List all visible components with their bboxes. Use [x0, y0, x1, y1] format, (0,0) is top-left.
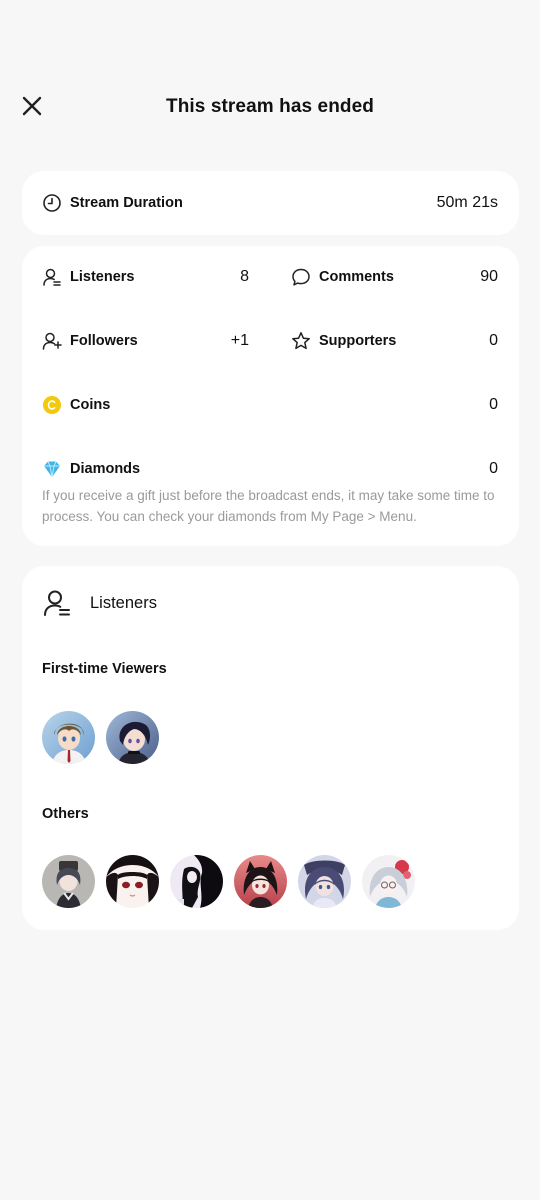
stat-label: Comments [319, 269, 394, 285]
viewer-avatar[interactable] [170, 855, 223, 908]
duration-label: Stream Duration [70, 195, 183, 211]
first-time-viewers-title: First-time Viewers [42, 661, 167, 677]
stat-supporters: Supporters 0 [291, 329, 498, 353]
stat-coins: Coins 0 [42, 393, 498, 417]
stat-label: Followers [70, 333, 138, 349]
page-title: This stream has ended [165, 96, 374, 117]
listener-icon [44, 590, 70, 616]
stream-ended-screen: This stream has ended Stream Duration 50… [0, 0, 540, 1200]
stat-value: 90 [480, 268, 498, 285]
listeners-card: Listeners First-time Viewers Others [22, 566, 519, 930]
coin-icon [42, 395, 62, 415]
stat-label: Coins [70, 397, 111, 413]
diamond-icon [42, 459, 62, 479]
stat-value: 0 [489, 332, 498, 349]
others-title: Others [42, 806, 89, 822]
section-title: Listeners [90, 593, 157, 612]
stats-card: Listeners 8 Comments 90 Followers +1 Sup… [22, 246, 519, 546]
comment-icon [291, 267, 311, 287]
stat-value: 8 [240, 268, 249, 285]
stat-value: 0 [489, 396, 498, 413]
stat-followers: Followers +1 [42, 329, 249, 353]
duration-value: 50m 21s [436, 194, 498, 211]
first-time-viewers-list [42, 711, 159, 764]
viewer-avatar[interactable] [362, 855, 415, 908]
viewer-avatar[interactable] [298, 855, 351, 908]
listeners-header: Listeners [42, 588, 157, 618]
diamonds-note: If you receive a gift just before the br… [42, 488, 495, 524]
viewer-avatar[interactable] [106, 711, 159, 764]
viewer-avatar[interactable] [234, 855, 287, 908]
stat-listeners: Listeners 8 [42, 265, 249, 289]
viewer-avatar[interactable] [42, 855, 95, 908]
add-follower-icon [42, 331, 62, 351]
clock-icon [42, 193, 62, 213]
stat-value: +1 [230, 332, 249, 349]
duration-card: Stream Duration 50m 21s [22, 171, 519, 235]
stat-label: Diamonds [70, 461, 141, 477]
others-list [42, 855, 415, 908]
stat-value: 0 [489, 460, 498, 477]
stat-diamonds: Diamonds 0 [42, 457, 498, 481]
duration-row: Stream Duration 50m 21s [42, 191, 498, 215]
stat-label: Supporters [319, 333, 397, 349]
header: This stream has ended [0, 82, 540, 134]
viewer-avatar[interactable] [106, 855, 159, 908]
stat-comments: Comments 90 [291, 265, 498, 289]
listener-icon [42, 267, 62, 287]
stat-label: Listeners [70, 269, 135, 285]
star-icon [291, 331, 311, 351]
viewer-avatar[interactable] [42, 711, 95, 764]
